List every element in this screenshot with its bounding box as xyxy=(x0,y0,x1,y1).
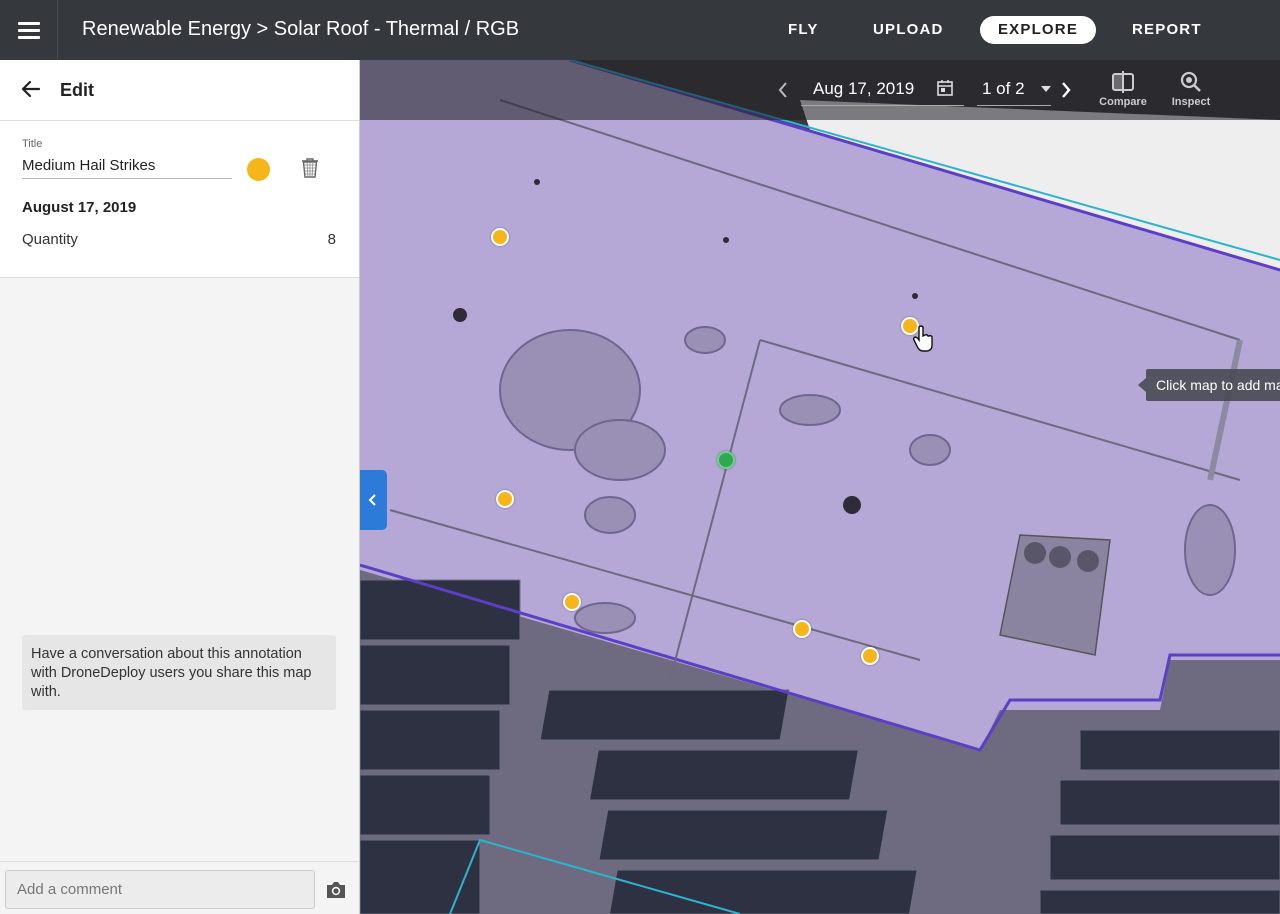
annotation-marker-green[interactable] xyxy=(717,451,735,469)
panel-header: Edit xyxy=(0,60,359,121)
compare-button[interactable]: Compare xyxy=(1093,70,1153,114)
inspect-icon xyxy=(1180,71,1201,92)
date-selector-value: Aug 17, 2019 xyxy=(813,79,915,98)
annotation-marker[interactable] xyxy=(563,593,581,611)
color-picker[interactable] xyxy=(247,158,270,181)
annotation-marker[interactable] xyxy=(861,647,879,665)
nav-report[interactable]: REPORT xyxy=(1132,21,1202,38)
trash-icon[interactable] xyxy=(300,157,320,179)
map-toolbar: Aug 17, 2019 1 of 2 Compare Inspect xyxy=(360,60,1280,120)
compare-label: Compare xyxy=(1099,96,1147,108)
annotation-marker[interactable] xyxy=(491,228,509,246)
top-bar: Renewable Energy > Solar Roof - Thermal … xyxy=(0,0,1280,60)
pointer-hand-icon xyxy=(913,325,933,352)
inspect-label: Inspect xyxy=(1171,96,1211,108)
page-selector-value: 1 of 2 xyxy=(982,79,1025,98)
camera-icon[interactable] xyxy=(326,881,346,899)
menu-icon xyxy=(18,22,40,25)
chevron-right-icon[interactable] xyxy=(1059,80,1073,100)
back-arrow-icon[interactable] xyxy=(20,78,42,100)
chevron-left-icon[interactable] xyxy=(776,80,790,100)
title-label: Title xyxy=(22,138,43,150)
annotation-marker[interactable] xyxy=(496,490,514,508)
annotation-date: August 17, 2019 xyxy=(22,199,137,216)
conversation-hint: Have a conversation about this annotatio… xyxy=(22,635,336,710)
calendar-icon[interactable] xyxy=(936,79,954,97)
quantity-value: 8 xyxy=(327,231,336,248)
map-view[interactable]: Aug 17, 2019 1 of 2 Compare Inspect Clic… xyxy=(360,60,1280,914)
annotation-marker[interactable] xyxy=(793,620,811,638)
inspect-button[interactable]: Inspect xyxy=(1161,70,1221,114)
menu-button[interactable] xyxy=(0,0,58,60)
compare-icon xyxy=(1112,71,1134,93)
chevron-down-icon[interactable] xyxy=(1041,86,1051,92)
nav-fly[interactable]: FLY xyxy=(788,21,819,38)
page-selector[interactable]: 1 of 2 xyxy=(977,78,1051,106)
annotation-details: Title Medium Hail Strikes August 17, 201… xyxy=(0,121,359,278)
nav-explore[interactable]: EXPLORE xyxy=(980,16,1096,44)
tooltip-arrow xyxy=(1138,378,1146,392)
panel-title: Edit xyxy=(60,80,94,100)
map-hint-tooltip: Click map to add ma xyxy=(1146,369,1280,401)
nav-upload[interactable]: UPLOAD xyxy=(873,21,944,38)
quantity-label: Quantity xyxy=(22,231,78,248)
comment-input[interactable] xyxy=(5,870,315,909)
chevron-left-icon xyxy=(368,494,376,506)
collapse-panel-button[interactable] xyxy=(360,470,387,530)
comment-bar xyxy=(0,861,359,914)
annotation-edit-panel: Edit Title Medium Hail Strikes August 17… xyxy=(0,60,360,914)
roof-aerial-image[interactable] xyxy=(360,60,1280,914)
breadcrumb-title: Renewable Energy > Solar Roof - Thermal … xyxy=(82,18,520,40)
title-field[interactable]: Medium Hail Strikes xyxy=(22,157,232,179)
